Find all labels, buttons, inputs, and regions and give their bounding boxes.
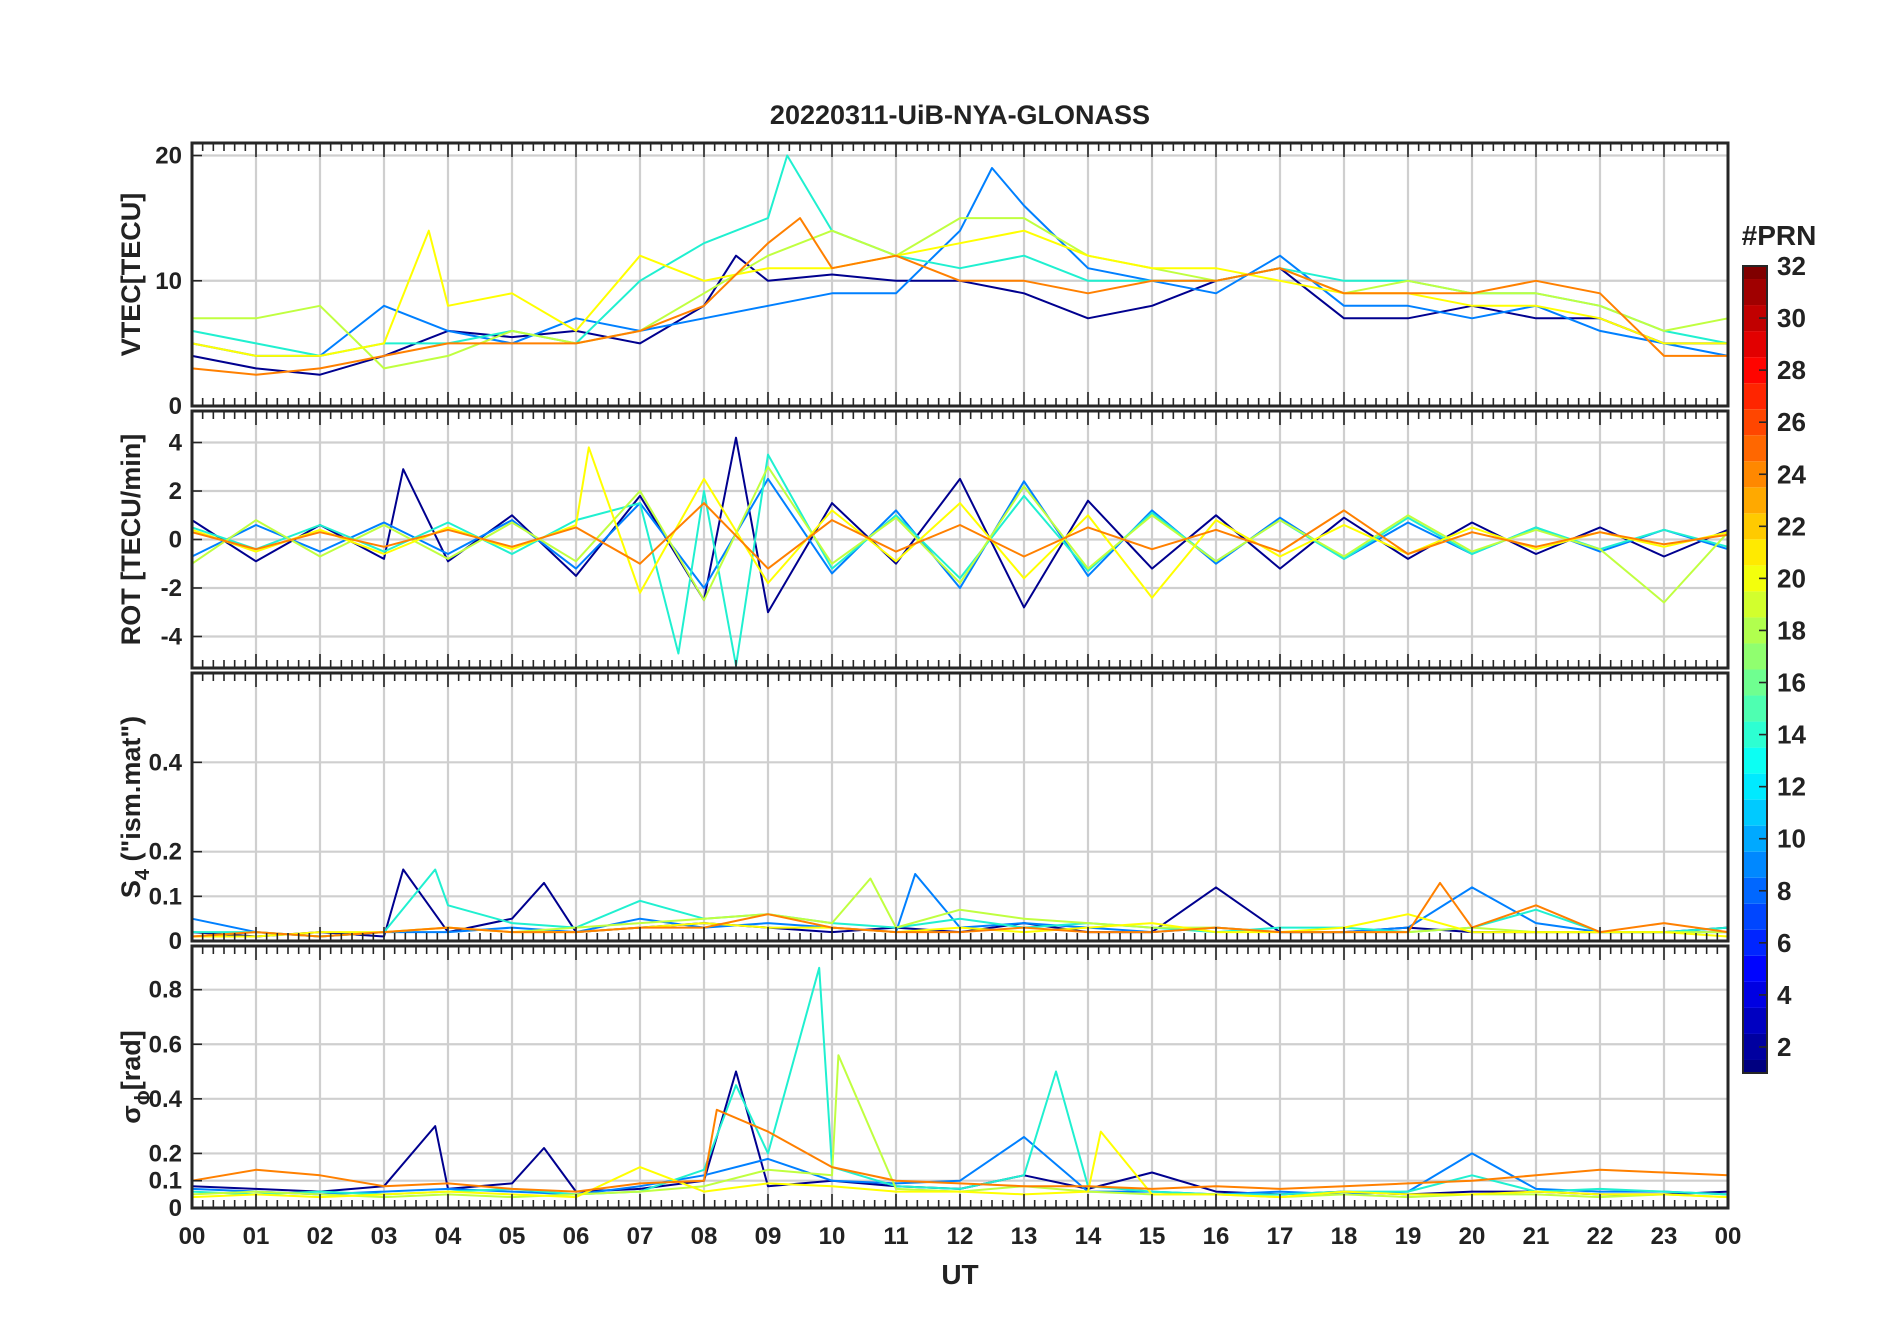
colorbar-tick-label: 32 xyxy=(1777,251,1806,281)
chart-title: 20220311-UiB-NYA-GLONASS xyxy=(770,100,1150,130)
x-tick-label: 15 xyxy=(1139,1223,1166,1250)
x-tick-label: 08 xyxy=(691,1223,718,1250)
y-tick-label: 10 xyxy=(155,268,182,295)
x-tick-label: 12 xyxy=(947,1223,974,1250)
colorbar-tick-label: 12 xyxy=(1777,772,1806,802)
colorbar-band xyxy=(1743,851,1767,878)
colorbar-tick-label: 2 xyxy=(1777,1032,1791,1062)
x-tick-label: 05 xyxy=(499,1223,526,1250)
colorbar-band xyxy=(1743,1007,1767,1034)
colorbar-tick-label: 22 xyxy=(1777,511,1806,541)
figure: 20220311-UiB-NYA-GLONASS 01020VTEC[TECU]… xyxy=(0,0,1902,1330)
x-tick-label: 17 xyxy=(1267,1223,1294,1250)
colorbar-tick-label: 28 xyxy=(1777,355,1806,385)
colorbar-band xyxy=(1743,695,1767,722)
colorbar-band xyxy=(1743,643,1767,670)
x-tick-label: 07 xyxy=(627,1223,654,1250)
y-tick-label: 2 xyxy=(169,478,182,505)
x-tick-label: 20 xyxy=(1459,1223,1486,1250)
y-tick-label: 0 xyxy=(169,393,182,420)
x-axis-label: UT xyxy=(941,1259,978,1290)
y-tick-label: 20 xyxy=(155,143,182,170)
y-tick-label: 0 xyxy=(169,928,182,955)
x-tick-label: 02 xyxy=(307,1223,334,1250)
colorbar-band xyxy=(1743,799,1767,826)
colorbar-band xyxy=(1743,955,1767,982)
colorbar-tick-label: 26 xyxy=(1777,407,1806,437)
y-tick-label: 0.2 xyxy=(149,1140,182,1167)
x-tick-label: 03 xyxy=(371,1223,398,1250)
x-tick-label: 13 xyxy=(1011,1223,1038,1250)
y-tick-label: 0.6 xyxy=(149,1031,182,1058)
colorbar-band xyxy=(1743,487,1767,514)
colorbar-label: #PRN xyxy=(1742,220,1817,251)
x-tick-label: 19 xyxy=(1395,1223,1422,1250)
y-axis-label-rot: ROT [TECU/min] xyxy=(116,434,146,645)
colorbar-tick-label: 6 xyxy=(1777,928,1791,958)
x-tick-label: 06 xyxy=(563,1223,590,1250)
y-tick-label: 0.1 xyxy=(149,1168,182,1195)
colorbar-tick-label: 14 xyxy=(1777,720,1806,750)
colorbar-tick-label: 16 xyxy=(1777,668,1806,698)
x-tick-label: 04 xyxy=(435,1223,462,1250)
colorbar-band xyxy=(1743,435,1767,462)
colorbar-tick-label: 8 xyxy=(1777,876,1791,906)
colorbar-tick-label: 10 xyxy=(1777,824,1806,854)
y-axis-label-vtec: VTEC[TECU] xyxy=(116,193,146,357)
colorbar-band xyxy=(1743,539,1767,566)
x-tick-label: 16 xyxy=(1203,1223,1230,1250)
x-tick-label: 01 xyxy=(243,1223,270,1250)
y-tick-label: -2 xyxy=(161,575,182,602)
colorbar-band xyxy=(1743,1059,1767,1073)
x-tick-label: 00 xyxy=(1715,1223,1742,1250)
y-tick-label: 0.1 xyxy=(149,883,182,910)
colorbar-band xyxy=(1743,383,1767,410)
y-tick-label: 0 xyxy=(169,1195,182,1222)
x-tick-label: 22 xyxy=(1587,1223,1614,1250)
x-tick-label: 21 xyxy=(1523,1223,1550,1250)
x-tick-label: 23 xyxy=(1651,1223,1678,1250)
colorbar-band xyxy=(1743,591,1767,618)
x-tick-label: 14 xyxy=(1075,1223,1102,1250)
colorbar-band xyxy=(1743,747,1767,774)
y-tick-label: 0.4 xyxy=(149,749,183,776)
colorbar-band xyxy=(1743,279,1767,306)
x-tick-label: 09 xyxy=(755,1223,782,1250)
colorbar-tick-label: 18 xyxy=(1777,615,1806,645)
x-tick-label: 18 xyxy=(1331,1223,1358,1250)
colorbar-tick-label: 24 xyxy=(1777,459,1806,489)
y-tick-label: -4 xyxy=(161,623,183,650)
y-tick-label: 0.2 xyxy=(149,839,182,866)
colorbar-tick-label: 4 xyxy=(1777,980,1792,1010)
y-tick-label: 4 xyxy=(169,430,183,457)
colorbar-tick-label: 20 xyxy=(1777,563,1806,593)
x-tick-label: 00 xyxy=(179,1223,206,1250)
x-tick-label: 11 xyxy=(883,1223,908,1250)
colorbar-tick-label: 30 xyxy=(1777,303,1806,333)
colorbar-band xyxy=(1743,266,1767,280)
x-tick-label: 10 xyxy=(819,1223,846,1250)
y-tick-label: 0 xyxy=(169,527,182,554)
colorbar-band xyxy=(1743,331,1767,358)
y-tick-label: 0.8 xyxy=(149,977,182,1004)
colorbar-band xyxy=(1743,903,1767,930)
